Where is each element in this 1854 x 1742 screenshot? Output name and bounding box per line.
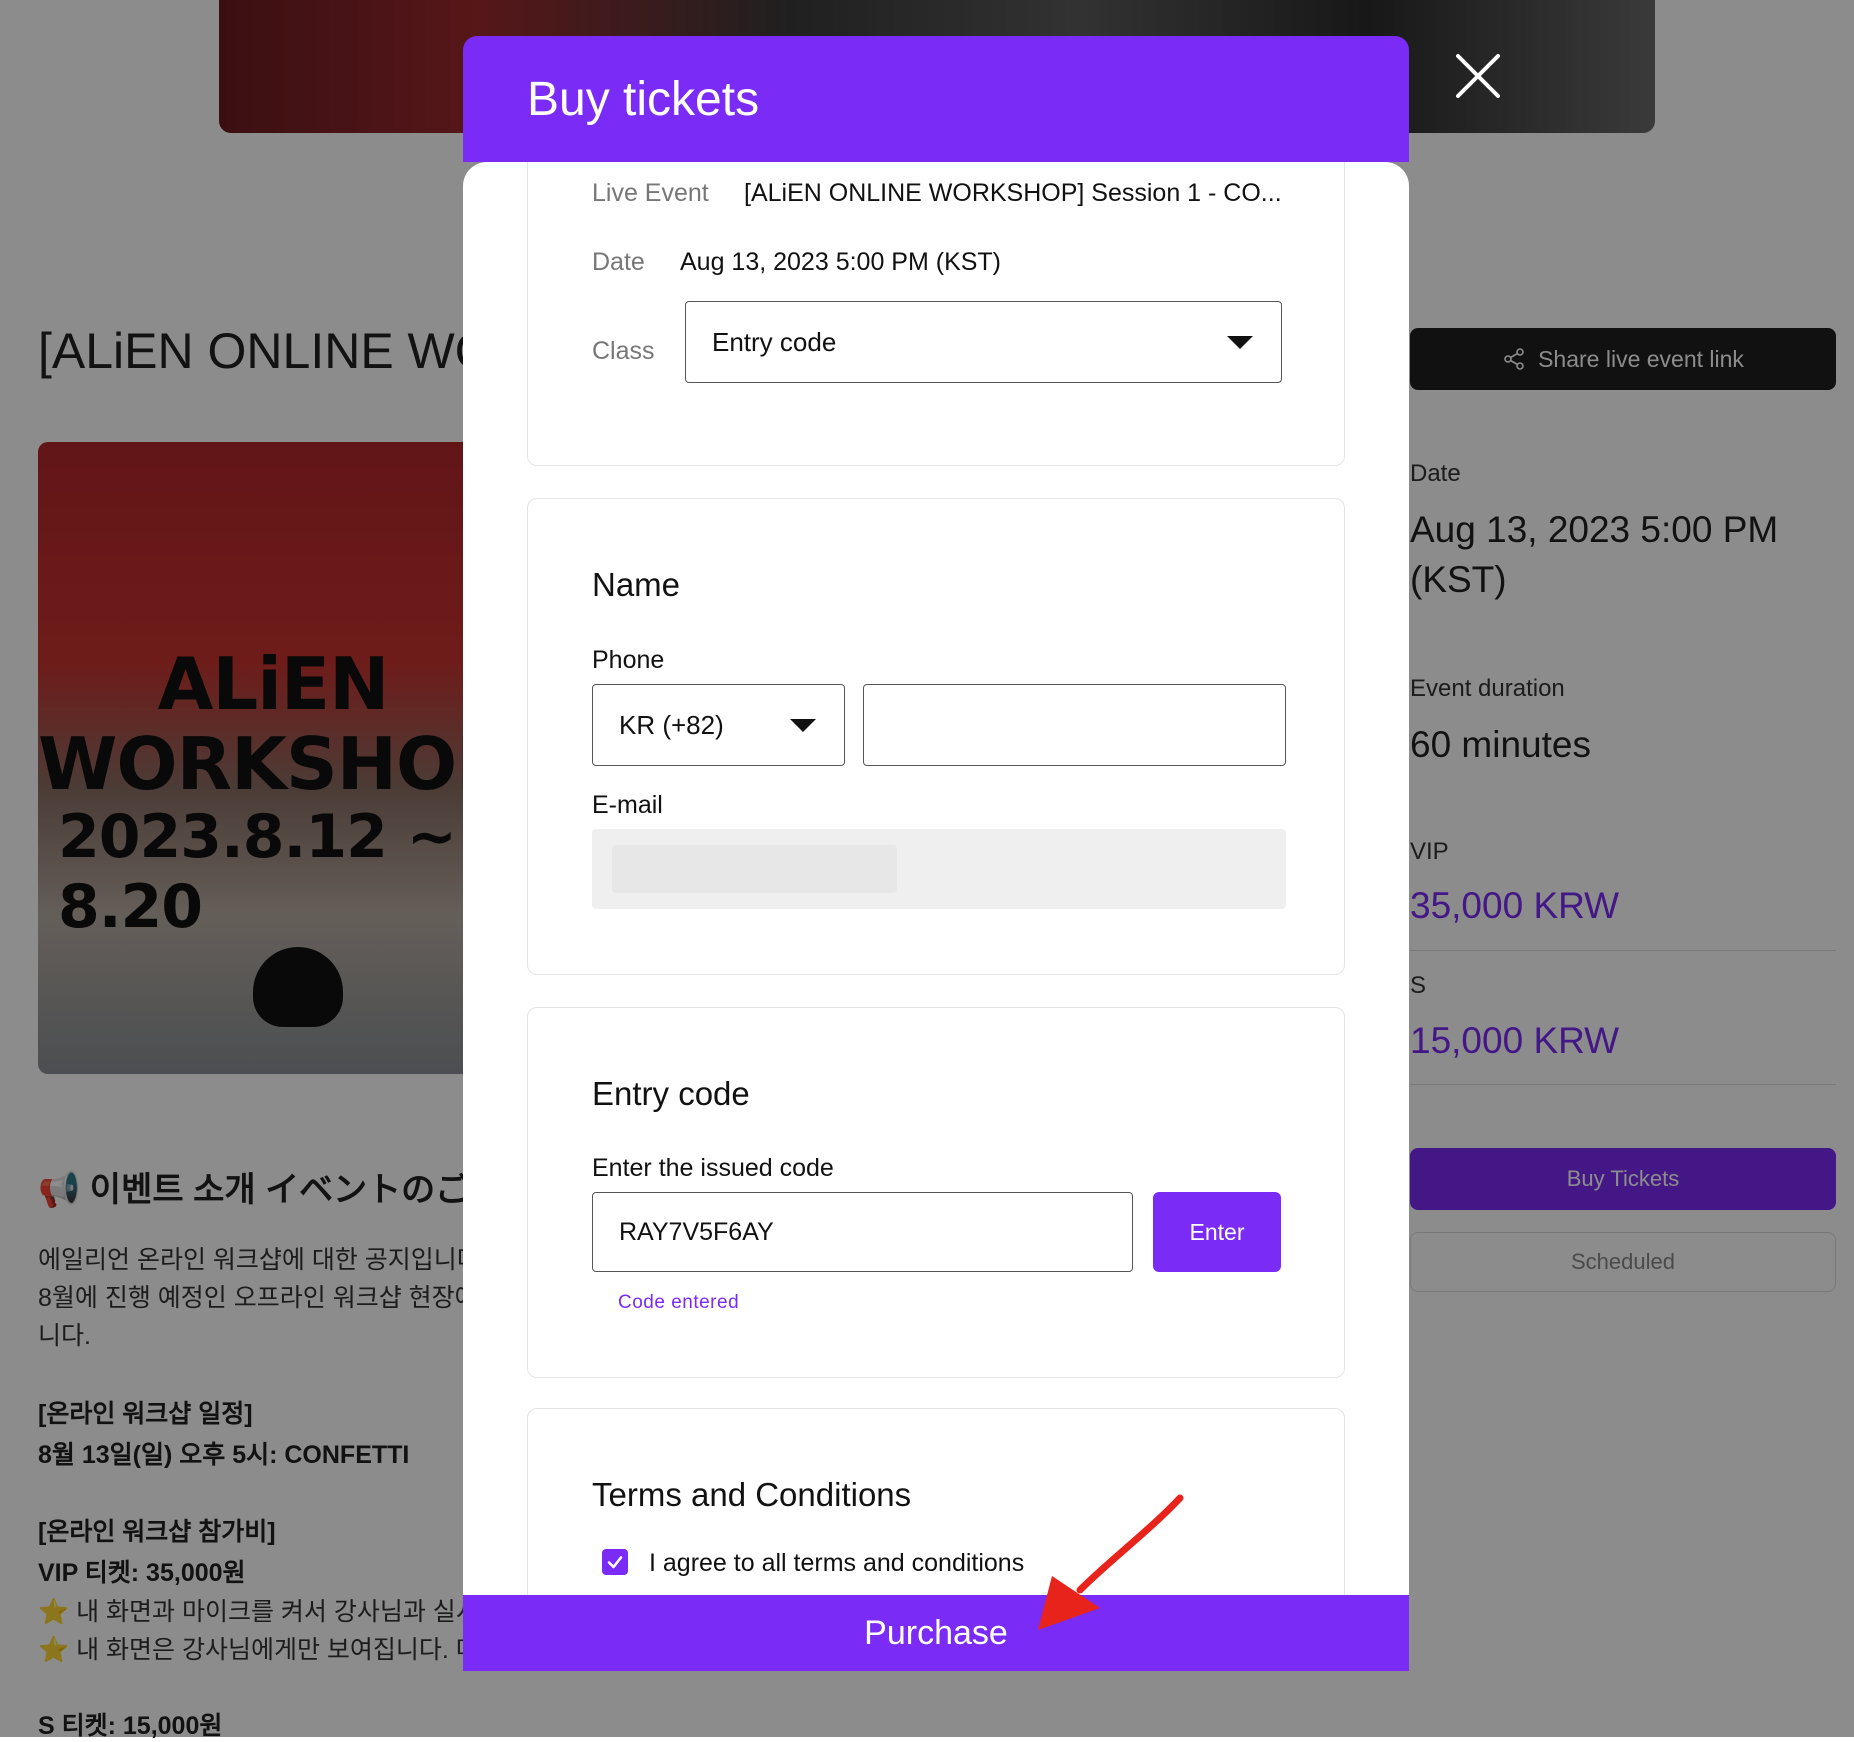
class-select[interactable]: Entry code — [685, 301, 1282, 383]
email-redacted-value — [612, 845, 897, 893]
modal-body[interactable]: Live Event [ALiEN ONLINE WORKSHOP] Sessi… — [463, 162, 1409, 1595]
phone-number-input[interactable] — [863, 684, 1286, 766]
entry-code-label: Enter the issued code — [592, 1154, 834, 1182]
modal-header: Buy tickets — [463, 36, 1409, 162]
class-select-value: Entry code — [712, 326, 837, 357]
phone-label: Phone — [592, 646, 665, 674]
date-value: Aug 13, 2023 5:00 PM (KST) — [680, 248, 1002, 276]
checkmark-icon — [607, 1556, 623, 1569]
entry-section-title: Entry code — [592, 1075, 750, 1112]
purchase-button[interactable]: Purchase — [463, 1595, 1409, 1671]
phone-country-select[interactable]: KR (+82) — [592, 684, 845, 766]
agree-terms-checkbox[interactable] — [602, 1549, 628, 1575]
name-section-title: Name — [592, 566, 681, 603]
code-status-text: Code entered — [618, 1292, 740, 1313]
terms-section-title: Terms and Conditions — [592, 1476, 912, 1513]
email-label: E-mail — [592, 791, 663, 819]
modal-title: Buy tickets — [527, 72, 760, 126]
close-icon[interactable] — [1450, 48, 1506, 104]
contact-card: Name Phone KR (+82) E-mail — [527, 498, 1345, 975]
event-value: [ALiEN ONLINE WORKSHOP] Session 1 - CO..… — [744, 179, 1282, 207]
enter-code-button[interactable]: Enter — [1153, 1192, 1281, 1272]
event-label: Live Event — [592, 179, 709, 207]
event-info-card: Live Event [ALiEN ONLINE WORKSHOP] Sessi… — [527, 162, 1345, 466]
phone-country-value: KR (+82) — [619, 709, 724, 740]
entry-code-input[interactable]: RAY7V5F6AY — [592, 1192, 1133, 1272]
terms-card: Terms and Conditions I agree to all term… — [527, 1408, 1345, 1595]
class-label: Class — [592, 337, 655, 365]
chevron-down-icon — [790, 719, 816, 732]
chevron-down-icon — [1227, 336, 1253, 349]
date-label: Date — [592, 248, 645, 276]
email-field[interactable] — [592, 829, 1286, 909]
entry-code-card: Entry code Enter the issued code RAY7V5F… — [527, 1007, 1345, 1378]
agree-terms-label[interactable]: I agree to all terms and conditions — [649, 1549, 1024, 1578]
annotation-arrow-icon — [1038, 1494, 1184, 1630]
